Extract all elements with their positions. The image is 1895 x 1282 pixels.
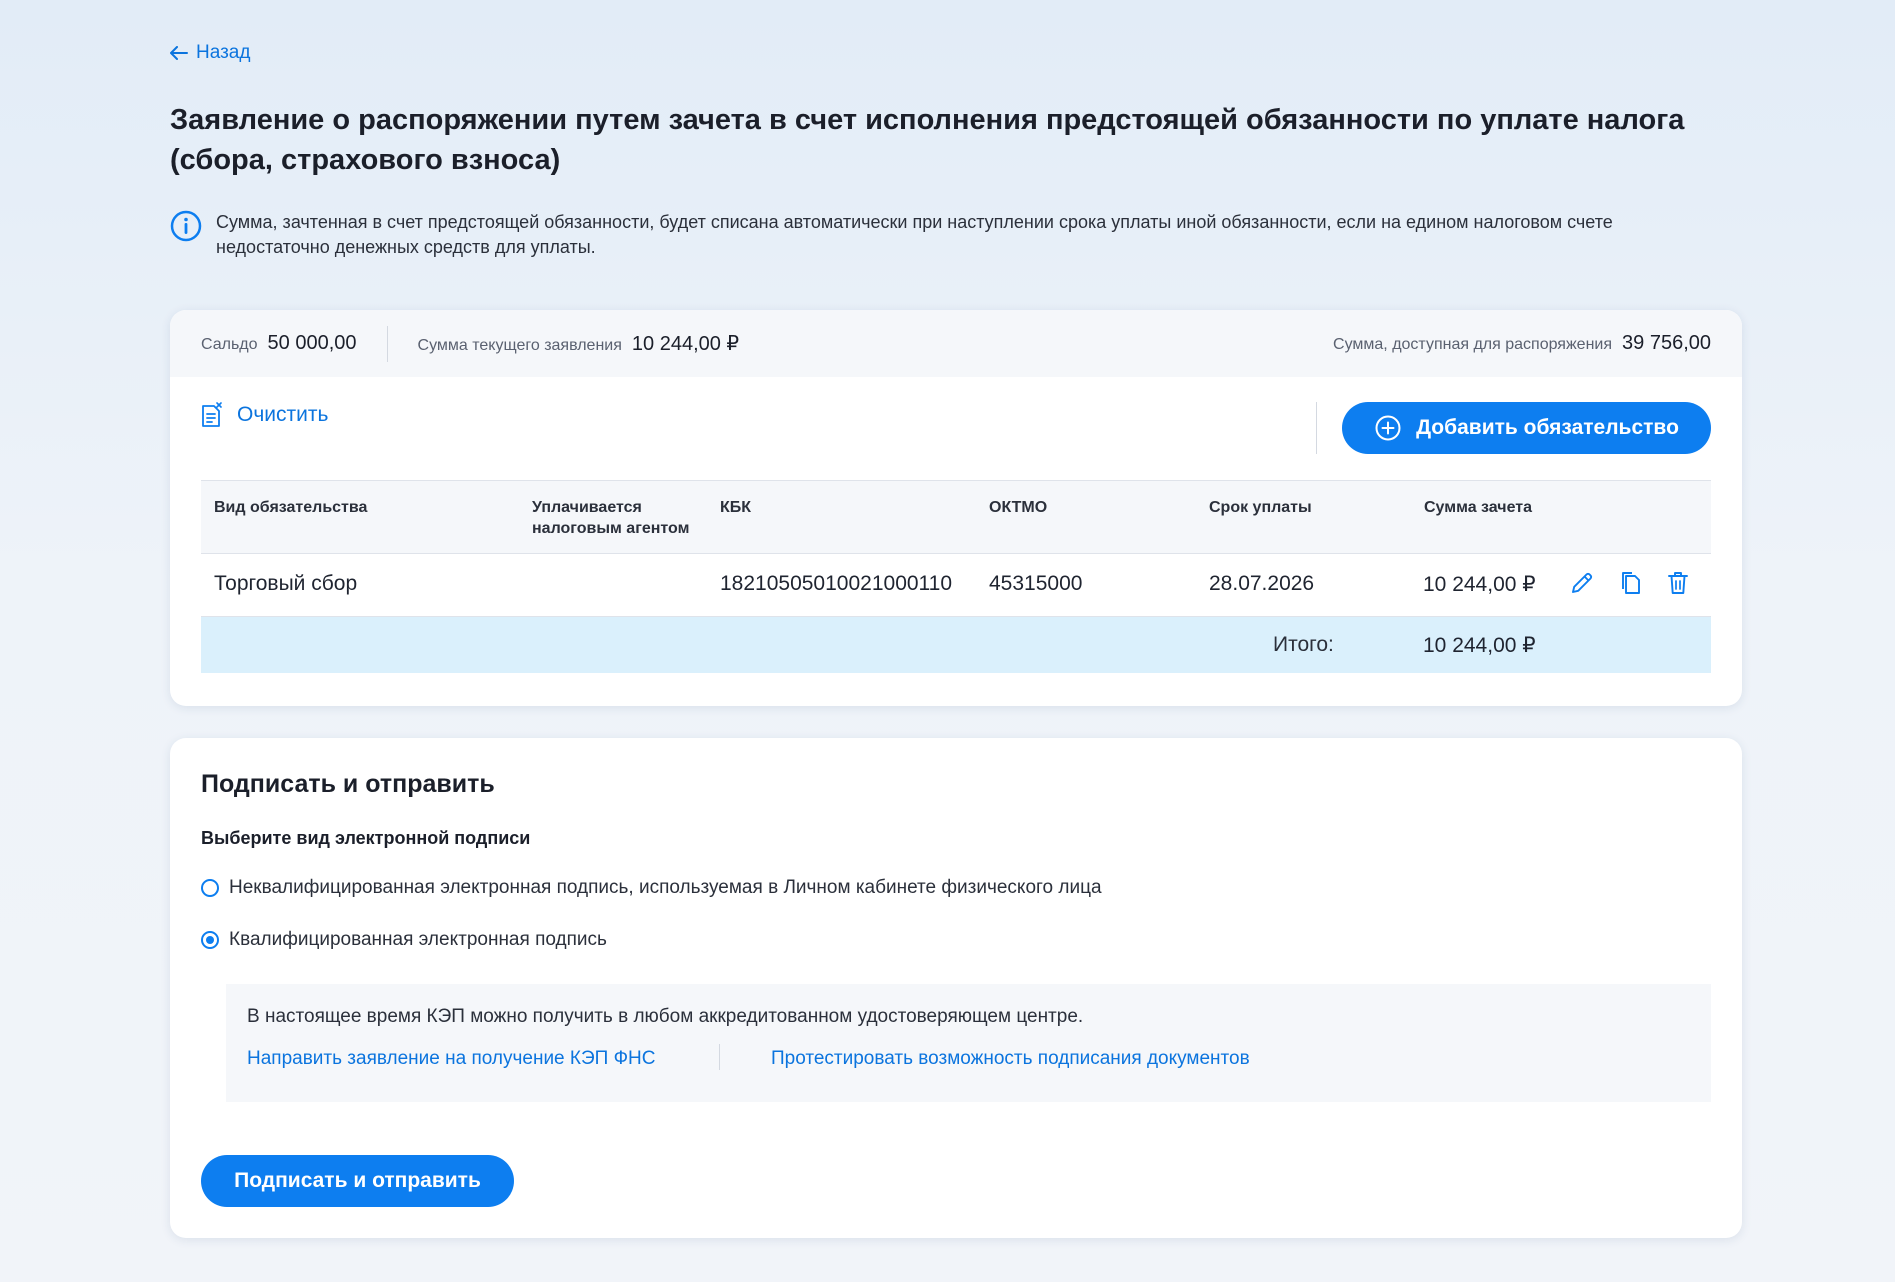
header-oktmo: ОКТМО: [989, 499, 1048, 516]
back-link[interactable]: Назад: [170, 42, 250, 64]
saldo-value: 50 000,00: [267, 332, 357, 354]
radio-qualified-label: Квалифицированная электронная подпись: [229, 929, 607, 950]
table-header: Вид обязательства Уплачивается налоговым…: [201, 480, 1711, 554]
edit-pencil-icon[interactable]: [1569, 570, 1595, 596]
cell-obligation-type: Торговый сбор: [214, 572, 358, 595]
radio-unqualified-label: Неквалифицированная электронная подпись,…: [229, 877, 1102, 898]
add-obligation-button[interactable]: Добавить обязательство: [1342, 402, 1711, 454]
sign-card: Подписать и отправить Выберите вид элект…: [170, 738, 1742, 1238]
table-toolbar: Очистить Добавить обязательство: [201, 402, 1711, 462]
summary-divider: [386, 325, 388, 362]
radio-unqualified-signature[interactable]: Неквалифицированная электронная подпись,…: [201, 877, 1102, 899]
header-obligation-type: Вид обязательства: [214, 499, 368, 516]
links-divider: [719, 1044, 720, 1070]
current-sum-label: Сумма текущего заявления: [417, 337, 622, 354]
arrow-left-icon: [170, 46, 188, 60]
sign-and-send-button[interactable]: Подписать и отправить: [201, 1155, 514, 1207]
saldo: Сальдо 50 000,00: [201, 332, 357, 355]
kep-info-text: В настоящее время КЭП можно получить в л…: [247, 1006, 1084, 1027]
signature-type-label: Выберите вид электронной подписи: [201, 828, 531, 848]
cell-offset-amount: 10 244,00 ₽: [1423, 573, 1536, 596]
info-notice: Сумма, зачтенная в счет предстоящей обяз…: [170, 210, 1730, 260]
cell-due-date: 28.07.2026: [1209, 572, 1315, 595]
available-sum-value: 39 756,00: [1622, 332, 1711, 354]
header-tax-agent: Уплачивается налоговым агентом: [532, 499, 690, 537]
radio-button-checked[interactable]: [201, 931, 219, 949]
summary-bar: Сальдо 50 000,00 Сумма текущего заявлени…: [170, 310, 1742, 377]
back-label: Назад: [196, 42, 251, 63]
row-actions: [1569, 570, 1691, 596]
clear-document-icon: [202, 402, 222, 427]
info-icon: [170, 210, 202, 242]
table-row: Торговый сбор 18210505010021000110 45315…: [201, 554, 1711, 617]
header-due-date: Срок уплаты: [1209, 499, 1312, 516]
available-sum-label: Сумма, доступная для распоряжения: [1333, 336, 1613, 353]
radio-qualified-signature[interactable]: Квалифицированная электронная подпись: [201, 929, 607, 951]
current-sum-value: 10 244,00 ₽: [631, 333, 740, 355]
available-sum: Сумма, доступная для распоряжения 39 756…: [1333, 332, 1711, 355]
radio-button[interactable]: [201, 879, 219, 897]
header-kbk: КБК: [720, 499, 752, 516]
cell-oktmo: 45315000: [989, 572, 1083, 595]
header-offset-amount: Сумма зачета: [1424, 499, 1532, 516]
copy-icon[interactable]: [1617, 570, 1643, 596]
test-signing-link[interactable]: Протестировать возможность подписания до…: [771, 1048, 1250, 1070]
current-sum: Сумма текущего заявления 10 244,00 ₽: [418, 331, 740, 356]
plus-circle-icon: [1375, 415, 1401, 441]
kep-request-link[interactable]: Направить заявление на получение КЭП ФНС: [247, 1048, 655, 1070]
kep-info-box: В настоящее время КЭП можно получить в л…: [226, 984, 1711, 1102]
total-row: Итого: 10 244,00 ₽: [201, 617, 1711, 673]
total-label: Итого:: [1273, 633, 1334, 656]
sign-section-title: Подписать и отправить: [201, 770, 495, 798]
add-obligation-label: Добавить обязательство: [1416, 416, 1679, 439]
page-title: Заявление о распоряжении путем зачета в …: [170, 104, 1685, 176]
info-text: Сумма, зачтенная в счет предстоящей обяз…: [216, 212, 1613, 257]
obligations-table: Вид обязательства Уплачивается налоговым…: [201, 480, 1711, 673]
clear-label: Очистить: [237, 403, 329, 426]
clear-button[interactable]: Очистить: [201, 402, 328, 428]
trash-icon[interactable]: [1665, 570, 1691, 596]
total-value: 10 244,00 ₽: [1423, 634, 1536, 657]
saldo-label: Сальдо: [201, 336, 258, 353]
obligations-card: Сальдо 50 000,00 Сумма текущего заявлени…: [170, 310, 1742, 706]
toolbar-divider: [1316, 402, 1317, 454]
cell-kbk: 18210505010021000110: [720, 572, 953, 595]
